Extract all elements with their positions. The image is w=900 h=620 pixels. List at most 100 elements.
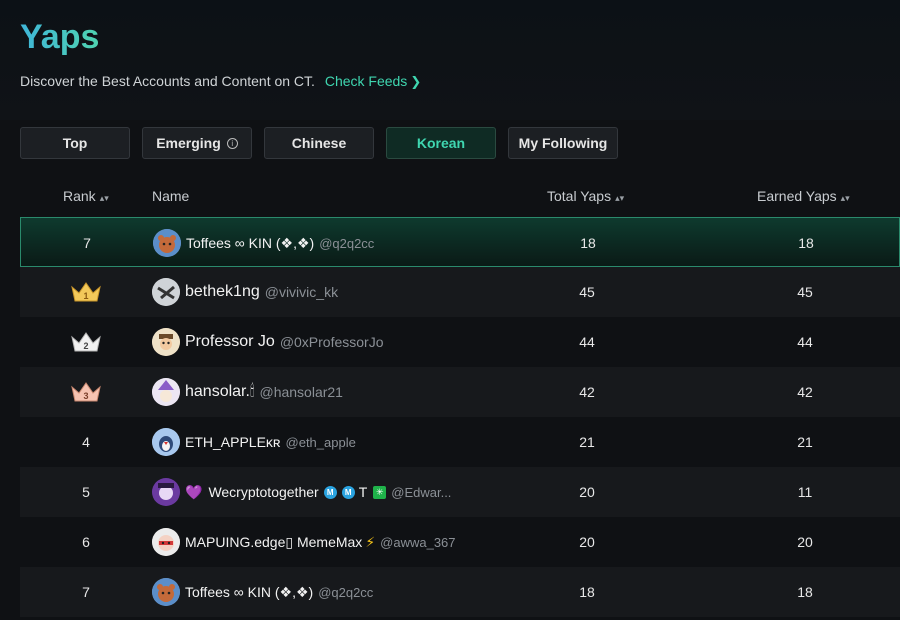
total-yaps-cell: 20 <box>579 534 595 550</box>
total-yaps-cell: 42 <box>579 384 595 400</box>
table-row[interactable]: 5 💜 Wecryptotogether M M T ✳ @Edwar... 2… <box>20 467 900 517</box>
total-yaps-cell: 44 <box>579 334 595 350</box>
rank-cell: 2 <box>20 317 152 367</box>
chevron-right-icon: ❯ <box>410 74 422 89</box>
rank-cell: 5 <box>82 484 90 500</box>
avatar <box>152 578 180 606</box>
earned-yaps-cell: 11 <box>797 484 813 500</box>
earned-yaps-cell: 18 <box>798 235 814 251</box>
total-yaps-cell: 18 <box>580 235 596 251</box>
gold-crown-icon: 1 <box>71 282 101 302</box>
subtitle-text: Discover the Best Accounts and Content o… <box>20 73 315 89</box>
penguin-avatar-icon <box>152 428 180 456</box>
character-avatar-icon <box>152 478 180 506</box>
column-header-total-yaps[interactable]: Total Yaps ▴▾ <box>547 188 624 204</box>
rank-cell: 6 <box>82 534 90 550</box>
handle: @eth_apple <box>285 434 356 450</box>
table-row[interactable]: 3 hansolar.🕯 @hansolar21 42 42 <box>20 367 900 417</box>
purple-heart-icon: 💜 <box>185 483 203 500</box>
name-cell: hansolar.🕯 @hansolar21 <box>152 367 343 417</box>
crown-rank-number: 2 <box>83 341 88 351</box>
sort-icon: ▴▾ <box>840 193 850 203</box>
check-feeds-link[interactable]: Check Feeds ❯ <box>325 73 421 89</box>
bear-avatar-icon <box>152 578 180 606</box>
rank-cell: 7 <box>82 584 90 600</box>
professor-avatar-icon <box>152 328 180 356</box>
handle: @vivivic_kk <box>264 284 339 300</box>
avatar <box>152 428 180 456</box>
bronze-crown-icon: 3 <box>71 382 101 402</box>
column-header-earned-yaps[interactable]: Earned Yaps ▴▾ <box>757 188 850 204</box>
sparkle-badge-icon: ✳ <box>373 485 387 499</box>
tab-my-following[interactable]: My Following <box>508 127 618 159</box>
earned-yaps-cell: 18 <box>797 584 813 600</box>
total-yaps-cell: 20 <box>579 484 595 500</box>
page-subtitle: Discover the Best Accounts and Content o… <box>20 73 421 90</box>
display-name: ETH_APPLEᴋʀ <box>185 434 281 450</box>
table-row[interactable]: 4 ETH_APPLEᴋʀ @eth_apple 21 21 <box>20 417 900 467</box>
name-cell: Toffees ∞ KIN (❖,❖) @q2q2cc <box>153 218 374 268</box>
rank-cell: 4 <box>82 434 90 450</box>
table-row[interactable]: 7 Toffees ∞ KIN (❖,❖) @q2q2cc 18 18 <box>20 567 900 617</box>
earned-yaps-cell: 44 <box>797 334 813 350</box>
name-cell: Toffees ∞ KIN (❖,❖) @q2q2cc <box>152 567 373 617</box>
handle: @q2q2cc <box>319 235 375 251</box>
name-cell: bethek1ng @vivivic_kk <box>152 267 338 317</box>
handle: @hansolar21 <box>259 384 343 400</box>
m-badge-icon: M <box>323 485 337 499</box>
info-icon[interactable]: i <box>226 137 238 149</box>
rank-cell: 1 <box>20 267 152 317</box>
avatar <box>152 328 180 356</box>
name-cell: MAPUING.edge▯ MemeMax ⚡ @awwa_367 <box>152 517 456 567</box>
lightning-icon: ⚡ <box>365 533 376 550</box>
earned-yaps-cell: 42 <box>797 384 813 400</box>
tab-chinese[interactable]: Chinese <box>264 127 374 159</box>
display-name: Professor Jo <box>185 333 275 350</box>
avatar <box>152 378 180 406</box>
page-title: Yaps <box>20 18 100 56</box>
wizard-avatar-icon <box>152 378 180 406</box>
display-name: bethek1ng <box>185 283 260 300</box>
character-avatar-icon <box>152 528 180 556</box>
total-yaps-cell: 21 <box>579 434 595 450</box>
avatar <box>153 229 181 257</box>
column-header-name: Name <box>152 188 190 204</box>
category-tabs: Top Emerging i Chinese Korean My Followin… <box>20 127 618 159</box>
earned-yaps-cell: 21 <box>797 434 813 450</box>
avatar <box>152 528 180 556</box>
tab-emerging[interactable]: Emerging i <box>142 127 252 159</box>
table-row[interactable]: 7 Toffees ∞ KIN (❖,❖) @q2q2cc 18 18 <box>20 217 900 267</box>
earned-yaps-cell: 45 <box>797 284 813 300</box>
display-name: MAPUING.edge▯ MemeMax <box>185 533 363 550</box>
face-avatar-icon <box>152 278 180 306</box>
table-row[interactable]: 1 bethek1ng @vivivic_kk 45 45 <box>20 267 900 317</box>
display-name: Toffees ∞ KIN (❖,❖) <box>185 583 314 600</box>
silver-crown-icon: 2 <box>71 332 101 352</box>
handle: @Edwar... <box>391 484 452 500</box>
handle: @q2q2cc <box>318 584 374 600</box>
table-row[interactable]: 6 MAPUING.edge▯ MemeMax ⚡ @awwa_367 20 2… <box>20 517 900 567</box>
header-background <box>0 0 900 120</box>
table-row[interactable]: 2 Professor Jo @0xProfessorJo 44 44 <box>20 317 900 367</box>
tab-top[interactable]: Top <box>20 127 130 159</box>
total-yaps-cell: 45 <box>579 284 595 300</box>
display-name: Toffees ∞ KIN (❖,❖) <box>186 234 315 251</box>
bear-avatar-icon <box>153 229 181 257</box>
rank-cell: 3 <box>20 367 152 417</box>
crown-rank-number: 1 <box>83 291 88 301</box>
sort-icon: ▴▾ <box>99 193 109 203</box>
name-suffix: T <box>358 484 368 500</box>
leaderboard-table: 7 Toffees ∞ KIN (❖,❖) @q2q2cc 18 18 1 be… <box>20 217 900 617</box>
avatar <box>152 478 180 506</box>
column-header-rank[interactable]: Rank ▴▾ <box>63 188 109 204</box>
display-name: Wecryptotogether <box>208 484 319 500</box>
tab-korean[interactable]: Korean <box>386 127 496 159</box>
handle: @0xProfessorJo <box>279 334 384 350</box>
name-cell: 💜 Wecryptotogether M M T ✳ @Edwar... <box>152 467 451 517</box>
crown-rank-number: 3 <box>83 391 88 401</box>
earned-yaps-cell: 20 <box>797 534 813 550</box>
name-cell: Professor Jo @0xProfessorJo <box>152 317 384 367</box>
display-name: hansolar.🕯 <box>185 383 255 400</box>
handle: @awwa_367 <box>380 534 456 550</box>
rank-cell: 7 <box>83 235 91 251</box>
